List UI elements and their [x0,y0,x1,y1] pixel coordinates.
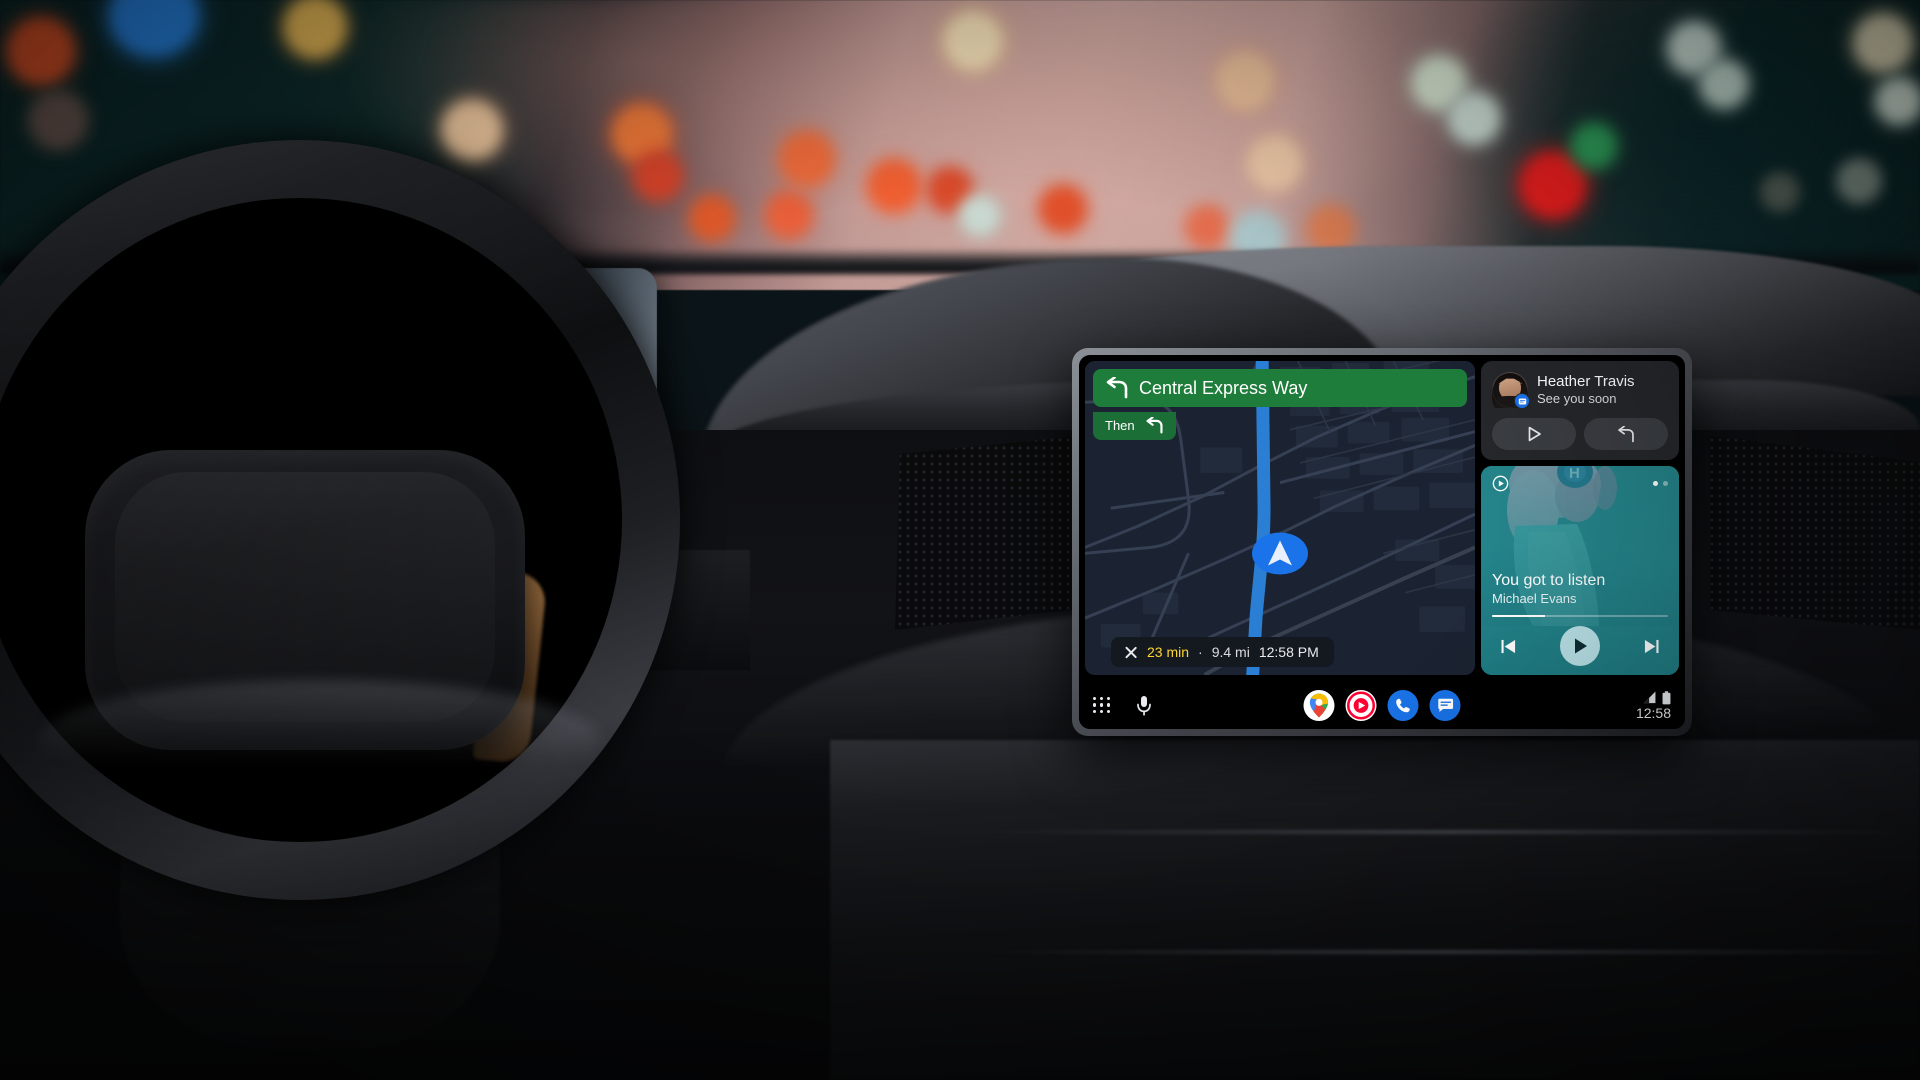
play-icon [1574,638,1587,654]
media-page-dots [1653,481,1668,486]
battery-icon [1662,690,1671,704]
head-unit-screen: Central Express Way Then 23 min · 9.4 mi… [1079,355,1685,729]
eta-separator: · [1198,644,1203,660]
contact-avatar [1492,372,1530,409]
navigation-pane[interactable]: Central Express Way Then 23 min · 9.4 mi… [1085,361,1475,675]
message-preview: See you soon [1537,390,1617,406]
navigation-then-step: Then [1093,412,1176,440]
turn-left-icon [1106,377,1128,399]
phone-app-icon[interactable] [1387,689,1419,721]
media-progress-bar[interactable] [1492,614,1668,617]
turn-left-icon [1146,417,1163,434]
media-player-card[interactable]: H [1481,466,1679,675]
message-reply-button[interactable] [1584,418,1668,450]
close-icon[interactable] [1123,645,1138,660]
navigation-banner: Central Express Way [1093,369,1467,407]
taskbar-apps [1303,689,1461,721]
steering-gloss [40,680,600,800]
microphone-icon[interactable] [1136,695,1152,716]
console-seam [980,830,1920,834]
media-track-title: You got to listen [1492,572,1606,590]
eta-arrival-time: 12:58 PM [1258,644,1319,660]
skip-previous-icon[interactable] [1498,636,1519,657]
youtube-music-icon [1492,475,1509,492]
apps-grid-icon[interactable] [1093,696,1110,714]
eta-distance: 9.4 mi [1211,644,1250,660]
page-dot-active [1653,481,1658,486]
media-artist: Michael Evans [1492,590,1577,606]
speaker-grille-right [1710,436,1920,630]
messages-icon [1514,393,1530,409]
eta-duration: 23 min [1147,644,1190,660]
center-console [830,740,1920,1080]
maps-app-icon[interactable] [1303,689,1335,721]
steering-wheel [0,120,790,1080]
messages-app-icon[interactable] [1429,689,1461,721]
console-seam-lower [980,950,1920,954]
message-notification-card[interactable]: Heather Travis See you soon [1481,361,1679,460]
current-location-puck [1251,531,1309,580]
taskbar: 12:58 [1079,681,1685,729]
message-sender: Heather Travis [1537,373,1635,391]
skip-next-icon[interactable] [1641,636,1662,657]
reply-icon [1618,425,1634,442]
then-label: Then [1105,418,1135,433]
page-dot [1663,481,1668,486]
head-unit-bezel: Central Express Way Then 23 min · 9.4 mi… [1072,348,1692,736]
eta-bar[interactable]: 23 min · 9.4 mi 12:58 PM [1111,637,1334,667]
right-rail: Heather Travis See you soon You got to l… [1481,361,1679,675]
media-play-button[interactable] [1560,626,1600,666]
map-canvas [1085,361,1475,675]
message-play-button[interactable] [1492,418,1576,450]
photo-scene: Charging 150 250 87% [0,0,1920,1080]
navigation-street-name: Central Express Way [1139,377,1308,398]
youtube-music-app-icon[interactable] [1345,689,1377,721]
play-icon [1528,426,1541,442]
signal-icon [1643,691,1656,704]
taskbar-clock: 12:58 [1635,704,1671,721]
status-area: 12:58 [1635,690,1671,721]
